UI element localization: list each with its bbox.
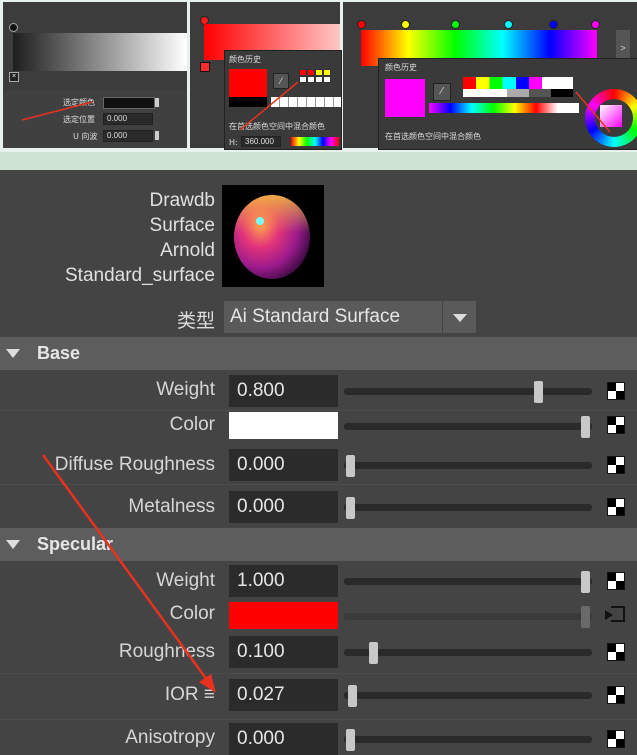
attribute-editor: Drawdb Surface Arnold Standard_surface 类… bbox=[0, 170, 637, 755]
annotation-arrow-ior bbox=[41, 454, 216, 693]
divider-band bbox=[0, 152, 637, 170]
screenshot-collage: × 选定颜色 选定位置 0.000 U 向波 0.000 颜色历史 ⁄ 在首选颜… bbox=[0, 0, 637, 152]
annotation-arrows-top bbox=[21, 81, 611, 133]
